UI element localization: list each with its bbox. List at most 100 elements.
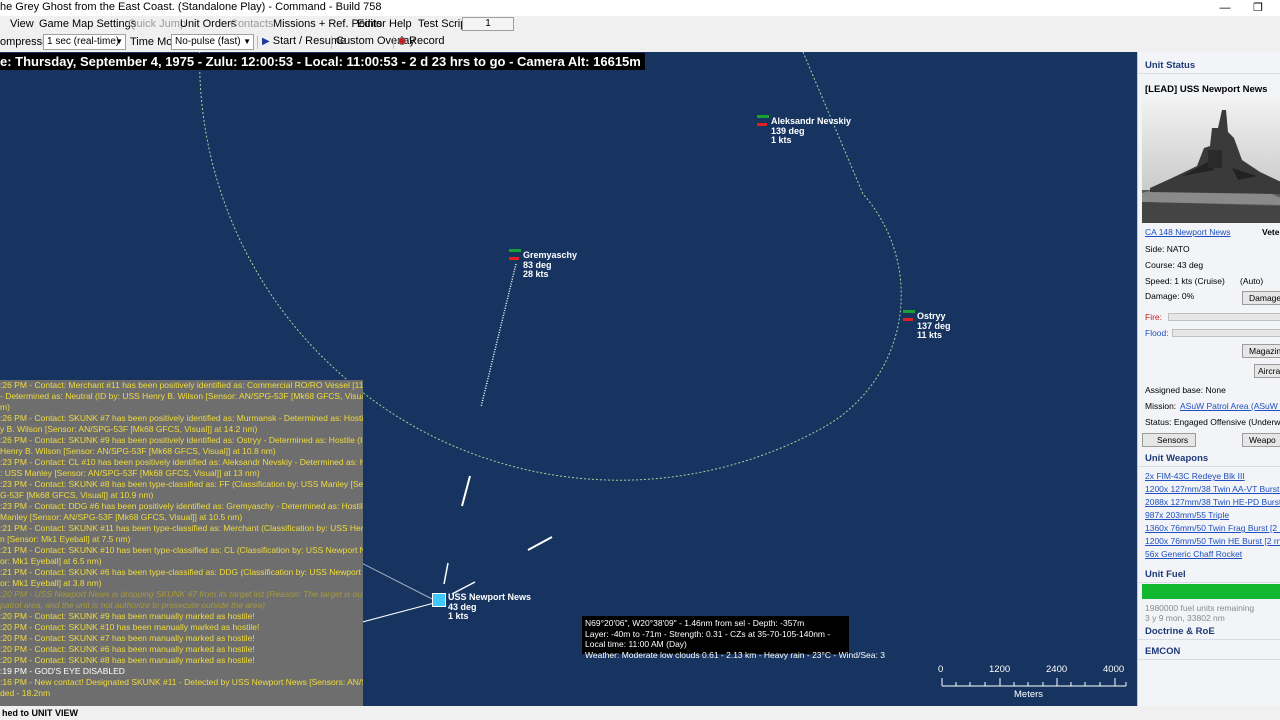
hostile-unit-marker (903, 310, 915, 313)
unit-speed: 11 kts (917, 330, 943, 340)
contact-wake (461, 475, 471, 507)
cursor-info-box: N69°20'06", W20°38'09" - 1.46nm from sel… (582, 616, 885, 660)
gremyaschy-wake (480, 263, 517, 408)
fuel-remaining: 1980000 fuel units remaining (1145, 603, 1255, 613)
time-mode-select[interactable]: No-pulse (fast) ▼ (171, 34, 254, 50)
menu-contacts[interactable]: Contacts (230, 18, 273, 30)
unit-course: Course: 43 deg (1145, 260, 1204, 270)
menu-view[interactable]: View (10, 18, 34, 30)
hostile-unit-marker (757, 123, 767, 126)
hostile-unit-marker (509, 249, 521, 252)
log-line: m) (0, 402, 10, 412)
toolbar: ompression: 1 sec (real-time) ▼ Time Mod… (0, 32, 1280, 52)
mission-label: Mission: (1145, 401, 1177, 411)
menu-unit-orders[interactable]: Unit Orders (180, 18, 236, 30)
log-line: y B. Wilson [Sensor: AN/SPG-53F [Mk68 GF… (0, 424, 258, 434)
flood-label: Flood: (1145, 328, 1169, 338)
log-line: G-53F [Mk68 GFCS, Visual]] at 10.9 nm) (0, 490, 154, 500)
record-icon (398, 37, 406, 45)
menu-game[interactable]: Game (39, 18, 69, 30)
newport-news-heading (443, 562, 449, 585)
hostile-unit-marker (509, 257, 519, 260)
weapon-item[interactable]: 987x 203mm/55 Triple (1145, 510, 1229, 520)
scale-tick-label: 0 (938, 664, 944, 675)
scale-tick-label: 1200 (989, 664, 1011, 675)
cursor-weather: Weather: Moderate low clouds 0.61 - 2.13… (585, 649, 885, 660)
chevron-down-icon: ▼ (115, 37, 123, 46)
start-resume-button[interactable]: ▶ Start / Resume (262, 35, 346, 47)
log-line: :20 PM - Contact: SKUNK #8 has been manu… (0, 655, 255, 665)
unit-status-panel: Unit Status [LEAD] USS Newport News CA 1… (1137, 52, 1280, 706)
sensors-button[interactable]: Sensors (1142, 433, 1196, 447)
log-line: - Determined as: Neutral (ID by: USS Hen… (0, 391, 363, 401)
ship-photo (1142, 98, 1280, 223)
record-label: Record (409, 35, 445, 47)
title-bar: he Grey Ghost from the East Coast. (Stan… (0, 0, 1280, 16)
compression-select[interactable]: 1 sec (real-time) ▼ (43, 34, 126, 50)
flood-bar (1172, 329, 1280, 337)
log-line: :26 PM - Contact: SKUNK #9 has been posi… (0, 435, 363, 445)
tactical-map[interactable]: e: Thursday, September 4, 1975 - Zulu: 1… (0, 52, 1137, 706)
record-button[interactable]: Record (398, 35, 445, 47)
log-line: :26 PM - Contact: Merchant #11 has been … (0, 380, 363, 390)
log-line: : USS Manley [Sensor: AN/SPG-53F [Mk68 G… (0, 468, 260, 478)
weapon-item[interactable]: 1200x 76mm/50 Twin HE Burst [2 rnds] (1145, 536, 1280, 546)
log-line: :23 PM - Contact: DDG #6 has been positi… (0, 501, 363, 511)
weapon-item[interactable]: 2088x 127mm/38 Twin HE-PD Burst [HC (1145, 497, 1280, 507)
log-line: ded - 18.2nm (0, 688, 51, 698)
unit-class-link[interactable]: CA 148 Newport News (1145, 227, 1231, 237)
log-line: or: Mk1 Eyeball] at 3.8 nm) (0, 578, 102, 588)
unit-ostryy[interactable]: Ostryy 137 deg 11 kts (917, 311, 951, 341)
scale-tick-label: 4000 (1103, 664, 1125, 675)
hostile-unit-marker (903, 318, 913, 321)
menu-help[interactable]: Help (389, 18, 412, 30)
weapons-button[interactable]: Weapo (1242, 433, 1280, 447)
mission-link[interactable]: ASuW Patrol Area (ASuW Pat (1180, 401, 1280, 411)
unit-speed-mode: (Auto) (1240, 276, 1264, 286)
magazines-button[interactable]: Magazin (1242, 344, 1280, 358)
emcon-header[interactable]: EMCON (1138, 644, 1280, 660)
log-line: Manley [Sensor: AN/SPG-53F [Mk68 GFCS, V… (0, 512, 243, 522)
restore-button[interactable]: ❐ (1243, 0, 1273, 16)
status-bar: hed to UNIT VIEW (0, 706, 1280, 720)
doctrine-header[interactable]: Doctrine & RoE (1138, 624, 1280, 640)
weapon-item[interactable]: 1360x 76mm/50 Twin Frag Burst [2 rnds] (1145, 523, 1280, 533)
scale-tick-label: 2400 (1046, 664, 1068, 675)
play-icon: ▶ (262, 36, 270, 47)
cursor-local-time: Local time: 11:00 AM (Day) (585, 639, 687, 649)
log-line: :20 PM - Contact: SKUNK #6 has been manu… (0, 644, 255, 654)
message-log[interactable]: :26 PM - Contact: Merchant #11 has been … (0, 380, 363, 706)
assigned-base: Assigned base: None (1145, 385, 1226, 395)
unit-uss-newport-news[interactable]: USS Newport News 43 deg 1 kts (448, 592, 531, 622)
menu-editor[interactable]: Editor (357, 18, 386, 30)
unit-status-header[interactable]: Unit Status (1138, 58, 1280, 74)
fire-bar (1168, 313, 1280, 321)
unit-fuel-header[interactable]: Unit Fuel (1138, 567, 1280, 583)
weapon-item[interactable]: 56x Generic Chaff Rocket (1145, 549, 1242, 559)
aircraft-button[interactable]: Aircraft (1254, 364, 1280, 378)
unit-proficiency: Vete (1262, 227, 1280, 237)
unit-speed: 28 kts (523, 269, 549, 279)
script-count-field[interactable]: 1 (462, 17, 514, 31)
unit-gremyaschy[interactable]: Gremyaschy 83 deg 28 kts (523, 250, 577, 280)
toolbar-divider (393, 36, 394, 49)
unit-title: [LEAD] USS Newport News (1145, 84, 1268, 95)
menu-map-settings[interactable]: Map Settings (72, 18, 136, 30)
damage-button[interactable]: Damage (1242, 291, 1280, 305)
log-line: :20 PM - Contact: SKUNK #7 has been manu… (0, 633, 255, 643)
unit-aleksandr-nevskiy[interactable]: Aleksandr Nevskiy 139 deg 1 kts (771, 116, 851, 146)
log-line: patrol area, and the unit is not authori… (0, 600, 266, 610)
friendly-ship-icon[interactable] (432, 593, 446, 607)
unit-weapons-header[interactable]: Unit Weapons (1138, 451, 1280, 467)
time-mode-value: No-pulse (fast) (175, 36, 241, 47)
weapon-item[interactable]: 1200x 127mm/38 Twin AA-VT Burst [Anti (1145, 484, 1280, 494)
window-title: he Grey Ghost from the East Coast. (Stan… (0, 1, 382, 13)
unit-side: Side: NATO (1145, 244, 1190, 254)
minimize-button[interactable]: — (1210, 0, 1240, 16)
scale-unit-label: Meters (1014, 689, 1044, 700)
fuel-time: 3 y 9 mon, 33802 nm (1145, 613, 1225, 623)
log-line: :21 PM - Contact: SKUNK #11 has been typ… (0, 523, 363, 533)
log-line: Henry B. Wilson [Sensor: AN/SPG-53F [Mk6… (0, 446, 276, 456)
weapon-item[interactable]: 2x FIM-43C Redeye Blk III (1145, 471, 1245, 481)
menu-quick-jump[interactable]: Quick Jump (128, 18, 186, 30)
